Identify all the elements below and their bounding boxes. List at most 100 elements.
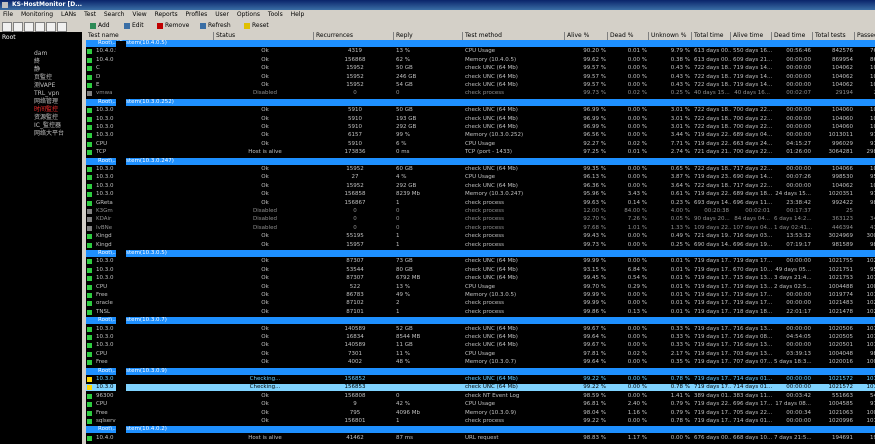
test-row[interactable]: 10.3.0 Ok 140589 52 GB check UNC (64 Mb) 99.6… [86, 326, 875, 333]
tree-item[interactable]: 资源監控 [34, 114, 58, 121]
tree-item[interactable]: 页監控 [34, 74, 52, 81]
menu-lans[interactable]: LANs [58, 11, 79, 18]
test-row[interactable]: 10.4.0.5 Ok 4319 13 % CPU Usage 90.20 % 0.01 %… [86, 48, 875, 55]
test-row[interactable]: TNSL Ok 87101 1 check process 99.86 % 0.13 % 0.… [86, 309, 875, 316]
tree-item[interactable]: 网络管理 [34, 98, 58, 105]
test-row[interactable]: 10.3.0 Ok 53544 80 GB check UNC (64 Mb) 93.15… [86, 267, 875, 274]
test-row[interactable]: Kingd Ok 15957 1 check process 99.73 % 0.00 % 0… [86, 242, 875, 249]
group-row[interactable]: Root\...\System(10.3.0.247) [86, 157, 875, 165]
column-header[interactable]: Total time [692, 32, 731, 40]
menu-file[interactable]: File [0, 11, 16, 18]
group-row[interactable]: Root\...\System(10.4.0.2) [86, 426, 875, 434]
tree-item[interactable]: IC_監控器 [34, 122, 61, 129]
test-row[interactable]: 10.3.0 Ok 27 4 % CPU Usage 96.13 % 0.00 % 3.87 … [86, 174, 875, 181]
test-row[interactable]: Free Ok 4002 48 % Memory (10.3.0.7) 99.64 % 0.… [86, 359, 875, 366]
column-header[interactable]: Passed tests [855, 32, 875, 40]
remove-button[interactable]: Remove [157, 21, 189, 31]
test-row[interactable]: TCP Host is alive 173836 0 ms TCP (port - 14… [86, 149, 875, 156]
column-header[interactable]: Alive time [731, 32, 772, 40]
test-row[interactable]: CPU Ok 522 13 % CPU Usage 99.70 % 0.29 % 0.01 %… [86, 284, 875, 291]
test-row[interactable]: 10.3.0 Checking... 156852 check UNC (64 Mb)… [86, 376, 875, 383]
test-row[interactable]: 10.3.0 Checking... 156853 check UNC (64 Mb)… [86, 384, 875, 392]
list-icon[interactable] [35, 22, 45, 32]
column-header[interactable]: Unknown % [649, 32, 692, 40]
group-row[interactable]: Root\...\System(10.3.0.5) [86, 250, 875, 257]
menu-view[interactable]: View [129, 11, 149, 18]
test-row[interactable]: sqlserv Ok 156801 1 check process 99.22 % 0.00… [86, 418, 875, 425]
test-row[interactable]: CPU Ok 7301 11 % CPU Usage 97.81 % 0.02 % 2.17 … [86, 351, 875, 358]
column-header[interactable]: Dead % [608, 32, 649, 40]
group-row[interactable]: Root\...\System(10.3.0.252) [86, 98, 875, 106]
open-icon[interactable] [2, 22, 12, 32]
test-row[interactable]: CPU Ok 9 42 % CPU Usage 96.81 % 2.40 % 0.79 % 71… [86, 401, 875, 408]
test-row[interactable]: 10.4.0 Host is alive 41462 87 ms URL request… [86, 435, 875, 442]
test-row[interactable]: E Ok 15952 54 GB check UNC (64 Mb) 99.57 % 0.0… [86, 82, 875, 89]
test-row[interactable]: C Ok 15952 50 GB check UNC (64 Mb) 99.57 % 0.0… [86, 65, 875, 72]
tree-item-selected[interactable]: 时间監控 [34, 106, 58, 113]
menu-test[interactable]: Test [81, 11, 99, 18]
cell-test-method: check process [465, 241, 504, 248]
tree-item[interactable]: 网络大平台 [34, 130, 64, 137]
test-row[interactable]: GReta Ok 156867 1 check process 99.63 % 0.14 %… [86, 200, 875, 207]
column-header[interactable]: Dead time [772, 32, 813, 40]
test-row[interactable]: 10.3.0 Ok 5910 193 GB check UNC (64 Mb) 96.99… [86, 116, 875, 123]
menu-help[interactable]: Help [288, 11, 308, 18]
tree-item[interactable]: 静 [34, 66, 40, 73]
tree-root[interactable]: Root [2, 34, 16, 41]
column-header[interactable]: Recurrences [314, 32, 394, 40]
menu-user[interactable]: User [212, 11, 232, 18]
refresh-button[interactable]: Refresh [200, 21, 231, 31]
menu-reports[interactable]: Reports [152, 11, 181, 18]
group-row[interactable]: Root\...\System(10.3.0.9) [86, 367, 875, 375]
column-header[interactable]: Reply [394, 32, 463, 40]
tree-item[interactable]: dam [34, 50, 47, 57]
test-row[interactable]: 10.3.0 Ok 140589 11 GB check UNC (64 Mb) 99.6… [86, 342, 875, 349]
column-header[interactable]: Status [214, 32, 314, 40]
test-row[interactable]: 10.3.0 Ok 156858 8239 Mb Memory (10.3.0.247)… [86, 191, 875, 198]
test-row[interactable]: Free Ok 795 4096 Mb Memory (10.3.0.9) 98.04 %… [86, 410, 875, 417]
test-row[interactable]: 10.3.0 Ok 5910 50 GB check UNC (64 Mb) 96.99 … [86, 107, 875, 114]
cell-test-method: check UNC (64 Mb) [465, 266, 518, 273]
menu-monitoring[interactable]: Monitoring [18, 11, 56, 18]
test-row[interactable]: vmwa Disabled 0 0 check process 99.73 % 0.02 %… [86, 90, 875, 97]
group-row[interactable]: Root\...\System(10.4.0.5) [86, 40, 875, 47]
chart-icon[interactable] [57, 22, 67, 32]
test-row[interactable]: 10.3.0 Ok 87307 6792 MB check UNC (64 Mb) 99.… [86, 275, 875, 282]
test-row[interactable]: Kingd Ok 55195 1 check process 99.43 % 0.00 % 0… [86, 233, 875, 240]
report-icon[interactable] [46, 22, 56, 32]
add-button[interactable]: Add [90, 21, 110, 31]
edit-button[interactable]: Edit [124, 21, 144, 31]
column-header[interactable]: Test method [463, 32, 565, 40]
test-row[interactable]: 10.3.0 Ok 5910 292 GB check UNC (64 Mb) 96.99… [86, 124, 875, 131]
test-row[interactable]: D Ok 15952 246 GB check UNC (64 Mb) 99.57 % 0.… [86, 74, 875, 81]
group-row[interactable]: Root\...\System(10.3.0.7) [86, 317, 875, 325]
tree-icon[interactable] [24, 22, 34, 32]
test-row[interactable]: 10.3.0 Ok 87307 73 GB check UNC (64 Mb) 99.99… [86, 258, 875, 265]
tree-item[interactable]: TRL_vpn [34, 90, 59, 97]
cell-alive-time: 716 days 03... [733, 233, 772, 240]
test-row[interactable]: 10.3.0 Ok 15952 60 GB check UNC (64 Mb) 99.35… [86, 166, 875, 173]
menu-search[interactable]: Search [101, 11, 128, 18]
test-row[interactable]: K3Gm Disabled 0 0 check process 12.00 % 84.00 … [86, 208, 875, 215]
test-row[interactable]: CPU Ok 5910 6 % CPU Usage 92.27 % 0.02 % 7.71 %… [86, 141, 875, 148]
menu-profiles[interactable]: Profiles [183, 11, 211, 18]
test-row[interactable]: IvBNe Disabled 0 0 check process 97.68 % 1.01 … [86, 225, 875, 232]
column-header[interactable]: Test name [86, 32, 214, 40]
test-row[interactable]: 10.3.0 Ok 15952 292 GB check UNC (64 Mb) 96.3… [86, 183, 875, 190]
tree-item[interactable]: 测VAPE [34, 82, 55, 89]
test-row[interactable]: 10.4.0 Ok 156868 62 % Memory (10.4.0.5) 99.62… [86, 57, 875, 64]
column-header[interactable]: Alive % [565, 32, 608, 40]
test-row[interactable]: KDAir Disabled 0 0 check process 92.70 % 7.26 … [86, 216, 875, 223]
menu-tools[interactable]: Tools [265, 11, 286, 18]
menu-options[interactable]: Options [234, 11, 263, 18]
test-row[interactable]: 10.3.0 Ok 16834 8544 MB check UNC (64 Mb) 99.… [86, 334, 875, 341]
test-row[interactable]: 96300 Ok 156808 0 check NT Event Log 98.59 % 0… [86, 393, 875, 400]
test-row[interactable]: Free Ok 86783 49 % Memory (10.3.0.5) 99.99 % 0… [86, 292, 875, 299]
test-row[interactable]: oracle Ok 87102 2 check process 99.99 % 0.00 %… [86, 300, 875, 307]
save-icon[interactable] [13, 22, 23, 32]
test-row[interactable]: 10.3.0 Ok 6157 99 % Memory (10.3.0.252) 96.56… [86, 132, 875, 139]
tree-item[interactable]: 終 [34, 58, 40, 65]
column-header[interactable]: Total tests [813, 32, 855, 40]
app-icon[interactable] [2, 2, 8, 8]
reset-button[interactable]: Reset [244, 21, 269, 31]
